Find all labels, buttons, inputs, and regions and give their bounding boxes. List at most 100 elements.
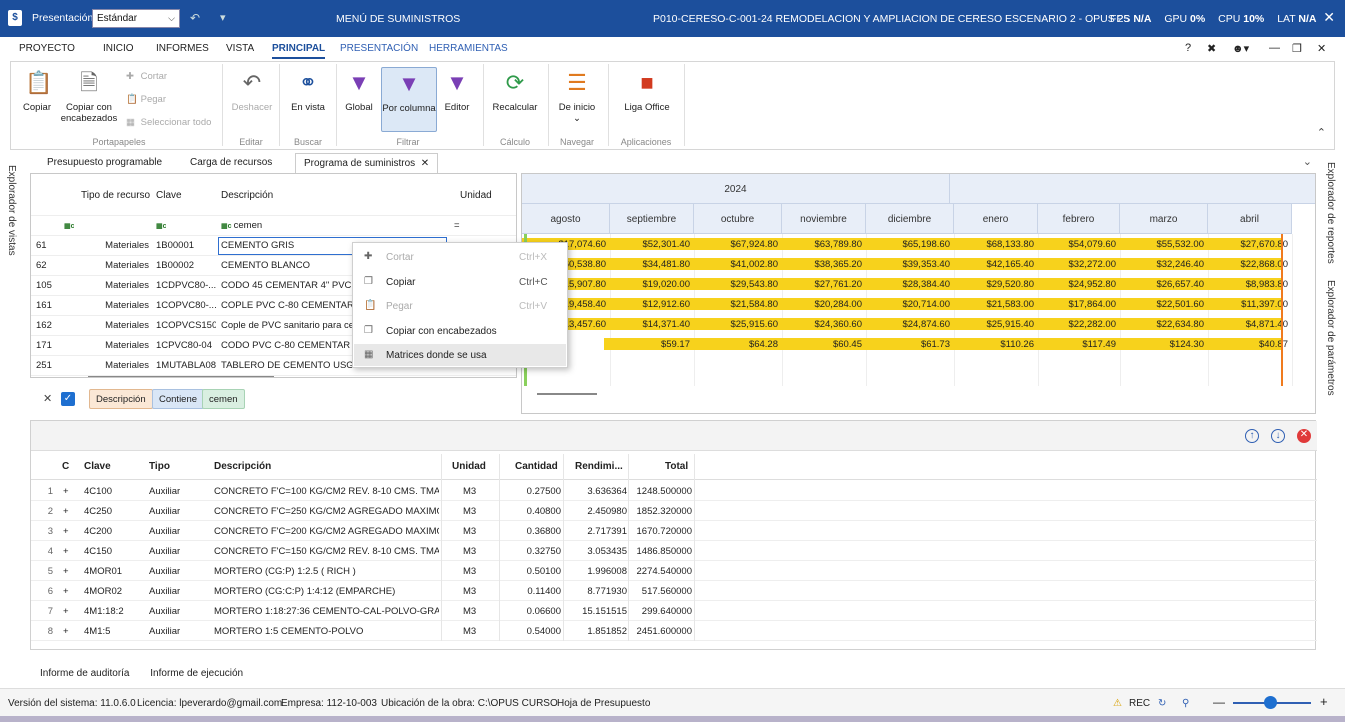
- tabs-chevron-icon[interactable]: ⌄: [1303, 155, 1312, 168]
- supply-amount[interactable]: $117.49: [1038, 339, 1116, 350]
- supply-amount[interactable]: $60.45: [782, 339, 862, 350]
- menu-proyecto[interactable]: PROYECTO: [19, 43, 75, 54]
- view-explorer-rail[interactable]: Explorador de vistas: [6, 165, 17, 256]
- header-clave[interactable]: Clave: [84, 461, 111, 472]
- menu-herramientas[interactable]: HERRAMIENTAS: [429, 43, 508, 54]
- tools-icon[interactable]: ✖: [1207, 42, 1216, 55]
- supply-amount[interactable]: $25,915.60: [694, 319, 778, 330]
- supply-amount[interactable]: $25,915.40: [954, 319, 1034, 330]
- minimize-icon[interactable]: —: [1269, 42, 1280, 54]
- expand-icon[interactable]: +: [63, 506, 69, 517]
- header-tipo[interactable]: Tipo: [149, 461, 170, 472]
- warning-icon[interactable]: ⚠: [1113, 698, 1122, 709]
- supply-amount[interactable]: $29,520.80: [954, 279, 1034, 290]
- supply-amount[interactable]: $55,532.00: [1120, 239, 1204, 250]
- arrow-up-icon[interactable]: ↑: [1245, 429, 1259, 443]
- copy-headers-button[interactable]: 🗎 Copiar con encabezados: [57, 70, 121, 124]
- expand-icon[interactable]: +: [63, 626, 69, 637]
- recalculate-button[interactable]: ⟳ Recalcular: [489, 70, 541, 113]
- filter-enabled-checkbox[interactable]: ✓: [61, 392, 75, 406]
- supply-amount[interactable]: $68,133.80: [954, 239, 1034, 250]
- menu-vista[interactable]: VISTA: [226, 43, 254, 54]
- menu-informes[interactable]: INFORMES: [156, 43, 209, 54]
- rec-label[interactable]: REC: [1129, 698, 1150, 709]
- close-icon[interactable]: ✕: [1323, 9, 1335, 26]
- header-descripcion[interactable]: Descripción: [214, 461, 271, 472]
- header-rendimiento[interactable]: Rendimi...: [575, 461, 623, 472]
- supply-amount[interactable]: $26,657.40: [1120, 279, 1204, 290]
- supply-amount[interactable]: $42,165.40: [954, 259, 1034, 270]
- supply-amount[interactable]: $40.87: [1208, 339, 1288, 350]
- supply-amount[interactable]: $8,983.80: [1208, 279, 1288, 290]
- supply-amount[interactable]: $39,353.40: [866, 259, 950, 270]
- supply-amount[interactable]: $21,584.80: [694, 299, 778, 310]
- supply-amount[interactable]: $27,670.80: [1208, 239, 1288, 250]
- supply-amount[interactable]: $24,952.80: [1038, 279, 1116, 290]
- table-row[interactable]: 3 +4C200 Auxiliar CONCRETO F'C=200 KG/CM2 A…: [31, 521, 1317, 541]
- supply-amount[interactable]: $12,912.60: [610, 299, 690, 310]
- expand-icon[interactable]: +: [63, 526, 69, 537]
- expand-icon[interactable]: +: [63, 606, 69, 617]
- zoom-fit-icon[interactable]: ⚲: [1182, 698, 1189, 709]
- header-c[interactable]: C: [62, 461, 69, 472]
- presentation-select[interactable]: Estándar ⌵: [92, 9, 180, 28]
- zoom-slider-thumb[interactable]: [1264, 696, 1277, 709]
- expand-icon[interactable]: +: [63, 566, 69, 577]
- supply-amount[interactable]: $41,002.80: [694, 259, 778, 270]
- arrow-down-icon[interactable]: ↓: [1271, 429, 1285, 443]
- supply-amount[interactable]: $61.73: [866, 339, 950, 350]
- supply-amount[interactable]: $11,397.00: [1208, 299, 1288, 310]
- quick-access-menu-icon[interactable]: ▾: [220, 11, 226, 24]
- supply-amount[interactable]: $32,272.00: [1038, 259, 1116, 270]
- supply-amount[interactable]: $22,868.00: [1208, 259, 1288, 270]
- zoom-in-icon[interactable]: +: [1320, 694, 1328, 709]
- supply-amount[interactable]: $63,789.80: [782, 239, 862, 250]
- table-row[interactable]: 8 +4M1:5 Auxiliar MORTERO 1:5 CEMENTO-POLVO…: [31, 621, 1317, 641]
- table-row[interactable]: 7 +4M1:18:2 Auxiliar MORTERO 1:18:27:36 CEM…: [31, 601, 1317, 621]
- filter-unidad-input[interactable]: =: [454, 220, 460, 231]
- header-unidad[interactable]: Unidad: [460, 190, 492, 201]
- tab-execution-report[interactable]: Informe de ejecución: [150, 668, 243, 679]
- supply-amount[interactable]: $52,301.40: [610, 239, 690, 250]
- header-unidad[interactable]: Unidad: [452, 461, 486, 472]
- chip-value[interactable]: cemen: [202, 389, 245, 409]
- expand-icon[interactable]: +: [63, 586, 69, 597]
- supply-amount[interactable]: $22,501.60: [1120, 299, 1204, 310]
- timeline-scrollbar[interactable]: [537, 393, 597, 395]
- expand-icon[interactable]: +: [63, 486, 69, 497]
- global-filter-button[interactable]: ▼ Global: [341, 70, 377, 113]
- expand-icon[interactable]: +: [63, 546, 69, 557]
- zoom-out-icon[interactable]: —: [1213, 695, 1225, 709]
- menu-inicio[interactable]: INICIO: [103, 43, 134, 54]
- cut-button[interactable]: ✚ Cortar: [126, 71, 167, 82]
- table-row[interactable]: 6 +4MOR02 Auxiliar MORTERO (CG:C:P) 1:4:12 …: [31, 581, 1317, 601]
- context-paste[interactable]: 📋 Pegar Ctrl+V: [354, 295, 566, 317]
- in-view-button[interactable]: ⚭ En vista: [285, 70, 331, 113]
- remove-icon[interactable]: ✕: [1297, 429, 1311, 443]
- chip-operator[interactable]: Contiene: [152, 389, 205, 409]
- filter-icon[interactable]: ▦c: [64, 220, 74, 231]
- supply-amount[interactable]: $28,384.40: [866, 279, 950, 290]
- tab-presupuesto[interactable]: Presupuesto programable: [47, 157, 162, 168]
- supply-amount[interactable]: $64.28: [694, 339, 778, 350]
- user-icon[interactable]: ☻▾: [1232, 42, 1249, 55]
- supply-amount[interactable]: $20,284.00: [782, 299, 862, 310]
- table-row[interactable]: 4 +4C150 Auxiliar CONCRETO F'C=150 KG/CM2 R…: [31, 541, 1317, 561]
- collapse-ribbon-icon[interactable]: ⌃: [1317, 126, 1326, 139]
- clear-filter-icon[interactable]: ✕: [43, 392, 52, 405]
- supply-amount[interactable]: $4,871.40: [1208, 319, 1288, 330]
- context-cut[interactable]: ✚ Cortar Ctrl+X: [354, 246, 566, 268]
- supply-amount[interactable]: $110.26: [954, 339, 1034, 350]
- record-icon[interactable]: ↻: [1158, 698, 1166, 709]
- supply-amount[interactable]: $34,481.80: [610, 259, 690, 270]
- chip-field[interactable]: Descripción: [89, 389, 153, 409]
- report-explorer-rail[interactable]: Explorador de reportes: [1325, 162, 1336, 264]
- copy-button[interactable]: 📋 Copiar: [19, 70, 55, 113]
- parameter-explorer-rail[interactable]: Explorador de parámetros: [1325, 280, 1336, 396]
- column-filter-button[interactable]: ▼ Por columna: [381, 67, 437, 132]
- filter-desc-input[interactable]: ▦c cemen: [221, 220, 262, 231]
- supply-amount[interactable]: $24,874.60: [866, 319, 950, 330]
- office-link-button[interactable]: ■ Liga Office: [615, 70, 679, 113]
- tab-audit-report[interactable]: Informe de auditoría: [40, 668, 130, 679]
- menu-presentacion[interactable]: PRESENTACIÓN: [340, 43, 418, 54]
